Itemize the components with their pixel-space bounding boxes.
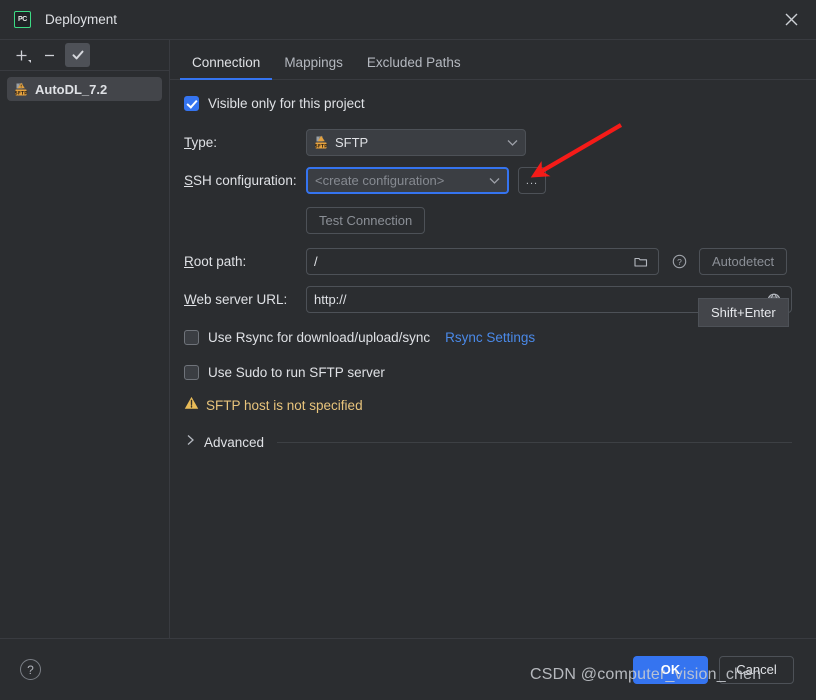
- sudo-row: Use Sudo to run SFTP server: [182, 365, 792, 380]
- cancel-button[interactable]: Cancel: [719, 655, 794, 684]
- dialog-body: SFTP AutoDL_7.2 Connection Mappings Excl…: [0, 39, 816, 638]
- tab-bar: Connection Mappings Excluded Paths: [170, 40, 816, 80]
- root-path-row: Root path: / ? Autodetect: [182, 248, 792, 275]
- sudo-label: Use Sudo to run SFTP server: [208, 365, 385, 380]
- advanced-label: Advanced: [204, 434, 265, 450]
- warning-text: SFTP host is not specified: [206, 398, 363, 413]
- settings-panel: Connection Mappings Excluded Paths Visib…: [170, 40, 816, 638]
- sudo-checkbox[interactable]: [184, 365, 199, 380]
- dialog-footer: ? OK Cancel: [0, 638, 816, 700]
- visible-only-checkbox[interactable]: [184, 96, 199, 111]
- type-label: Type:: [184, 135, 218, 150]
- window-title: Deployment: [45, 12, 118, 27]
- add-server-button[interactable]: [9, 43, 34, 67]
- warning-triangle-icon: [184, 396, 199, 415]
- root-path-value: /: [314, 254, 318, 269]
- list-item[interactable]: SFTP AutoDL_7.2: [7, 77, 162, 101]
- svg-text:?: ?: [677, 257, 682, 267]
- advanced-section-header[interactable]: Advanced: [186, 433, 792, 451]
- title-bar: PC Deployment: [0, 0, 816, 39]
- chevron-down-icon: [507, 135, 518, 150]
- ssh-configuration-value: <create configuration>: [315, 173, 445, 188]
- question-mark-icon[interactable]: ?: [20, 659, 41, 680]
- connection-form: Visible only for this project Type: SFTP…: [170, 80, 816, 638]
- sftp-icon: SFTP: [314, 135, 329, 150]
- list-item-label: AutoDL_7.2: [35, 81, 108, 97]
- tab-excluded-paths[interactable]: Excluded Paths: [355, 55, 473, 79]
- rsync-checkbox[interactable]: [184, 330, 199, 345]
- shortcut-tooltip: Shift+Enter: [698, 298, 789, 327]
- chevron-down-icon: [489, 173, 500, 188]
- root-path-label: Root path:: [184, 254, 247, 269]
- rsync-settings-link[interactable]: Rsync Settings: [445, 330, 535, 345]
- ok-button[interactable]: OK: [633, 655, 708, 684]
- question-circle-icon[interactable]: ?: [669, 252, 689, 272]
- type-select[interactable]: SFTP SFTP: [306, 129, 526, 156]
- rsync-label: Use Rsync for download/upload/sync: [208, 330, 431, 345]
- type-value: SFTP: [335, 135, 369, 150]
- tab-mappings[interactable]: Mappings: [272, 55, 355, 79]
- svg-text:SFTP: SFTP: [15, 90, 29, 96]
- autodetect-button[interactable]: Autodetect: [699, 248, 788, 275]
- server-list-panel: SFTP AutoDL_7.2: [0, 40, 170, 638]
- ssh-configuration-select[interactable]: <create configuration>: [306, 167, 509, 194]
- warning-row: SFTP host is not specified: [184, 396, 792, 415]
- sftp-server-icon: SFTP: [14, 82, 29, 97]
- visible-only-checkbox-row[interactable]: Visible only for this project: [182, 96, 792, 111]
- svg-text:SFTP: SFTP: [315, 143, 329, 149]
- folder-icon[interactable]: [631, 252, 651, 272]
- rsync-row: Use Rsync for download/upload/sync Rsync…: [182, 330, 792, 345]
- server-list-toolbar: [0, 40, 169, 71]
- web-server-url-label: Web server URL:: [184, 292, 288, 307]
- footer-actions: OK Cancel: [633, 655, 794, 684]
- web-server-url-value: http://: [314, 292, 347, 307]
- test-connection-row: Test Connection Shift+Enter: [182, 207, 792, 327]
- pycharm-icon: PC: [14, 11, 31, 28]
- server-list: SFTP AutoDL_7.2: [0, 71, 169, 101]
- tab-connection[interactable]: Connection: [180, 55, 273, 80]
- close-icon[interactable]: [776, 5, 806, 35]
- ssh-configuration-row: SSH configuration: <create configuration…: [182, 167, 792, 194]
- visible-only-label: Visible only for this project: [208, 96, 365, 111]
- chevron-right-icon: [186, 433, 195, 451]
- remove-server-button[interactable]: [37, 43, 62, 67]
- root-path-input[interactable]: /: [306, 248, 659, 275]
- test-connection-button[interactable]: Test Connection: [306, 207, 426, 234]
- deployment-dialog: PC Deployment SFTP AutoDL_7.2 Connection…: [0, 0, 816, 700]
- use-as-default-button[interactable]: [65, 43, 90, 67]
- ssh-configuration-browse-button[interactable]: ...: [518, 167, 546, 194]
- type-row: Type: SFTP SFTP: [182, 129, 792, 156]
- advanced-separator: [277, 441, 792, 443]
- ssh-configuration-label: SSH configuration:: [184, 173, 297, 188]
